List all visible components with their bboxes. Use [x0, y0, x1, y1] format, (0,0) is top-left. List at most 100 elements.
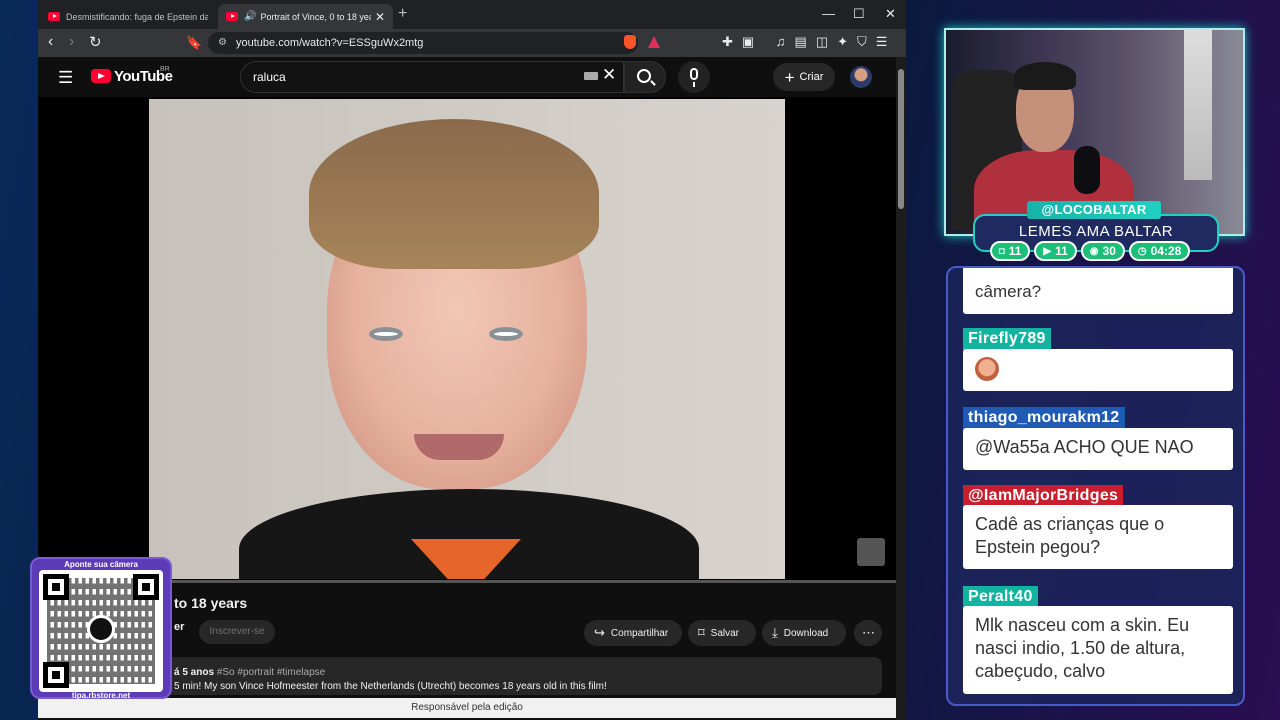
maximize-icon[interactable]: ☐ — [853, 6, 865, 22]
qr-url: tipa.rbstore.net — [71, 691, 131, 700]
stat-twitch: ◘ 11 — [989, 241, 1031, 261]
stat-value: 11 — [1008, 244, 1022, 258]
video-player[interactable] — [38, 97, 896, 581]
tab-epstein[interactable]: Desmistificando: fuga de Epstein da pris… — [40, 4, 216, 29]
emote-icon — [975, 357, 999, 381]
create-button[interactable]: + Criar — [773, 63, 835, 91]
stat-kick: ◉ 30 — [1080, 241, 1125, 261]
chat-panel: câmera? Firefly789 thiago_mourakm12 @Wa5… — [946, 266, 1245, 706]
chat-username: Firefly789 — [963, 328, 1051, 350]
clock-icon: ◷ — [1137, 245, 1147, 257]
reload-icon[interactable]: ↻ — [89, 33, 102, 51]
description-text: 5 min! My son Vince Hofmeester from the … — [174, 681, 607, 692]
new-tab-icon[interactable]: + — [398, 5, 407, 23]
voice-search-button[interactable] — [678, 61, 710, 93]
more-icon: ⋯ — [862, 625, 875, 640]
create-label: Criar — [799, 71, 824, 83]
qr-logo-icon — [87, 615, 115, 643]
plus-icon: + — [784, 67, 795, 87]
youtube-favicon-icon — [48, 12, 60, 21]
mouth — [414, 434, 504, 460]
forward-icon[interactable]: › — [69, 33, 74, 51]
hashtags[interactable]: #So #portrait #timelapse — [217, 667, 325, 678]
streamer-hair — [1014, 62, 1076, 90]
stat-youtube: ▶ 11 — [1034, 241, 1077, 261]
extensions-icons[interactable]: ✚▣ ♫▤◫✦⛉☰ — [722, 34, 896, 50]
qr-code — [39, 570, 163, 692]
bookmark-icon: ⌑ — [698, 625, 705, 640]
description-box[interactable]: á 5 anos #So #portrait #timelapse 5 min!… — [166, 657, 882, 695]
more-actions-button[interactable]: ⋯ — [854, 620, 882, 646]
minimize-icon[interactable]: — — [822, 6, 835, 21]
clear-search-icon[interactable]: ✕ — [602, 65, 616, 85]
microphone-icon — [690, 68, 698, 87]
speaker-icon[interactable]: 🔊 — [244, 11, 256, 22]
close-tab-icon[interactable]: ✕ — [375, 10, 385, 24]
tab-title: Portrait of Vince, 0 to 18 years - You — [260, 11, 370, 22]
download-icon: ⤓ — [772, 625, 778, 640]
right-eye — [489, 327, 523, 341]
site-info-icon[interactable]: ⚙ — [218, 32, 227, 54]
stat-value: 04:28 — [1150, 244, 1182, 258]
twitch-icon: ◘ — [998, 245, 1005, 257]
left-eye — [369, 327, 403, 341]
account-avatar[interactable] — [850, 66, 872, 88]
youtube-logo-icon[interactable] — [91, 69, 111, 83]
brave-shields-icon[interactable] — [624, 35, 636, 49]
hamburger-menu-icon[interactable]: ☰ — [58, 68, 73, 88]
youtube-header: ☰ YouTube BR raluca ✕ + Criar — [38, 57, 896, 97]
share-label: Compartilhar — [610, 627, 669, 639]
chat-username: Peralt40 — [963, 586, 1038, 608]
region-code: BR — [160, 66, 170, 73]
microphone — [1074, 146, 1100, 194]
close-window-icon[interactable]: ✕ — [885, 6, 896, 22]
chat-message — [963, 349, 1233, 391]
back-icon[interactable]: ‹ — [48, 33, 53, 51]
stat-value: 30 — [1102, 244, 1116, 258]
search-value: raluca — [253, 70, 286, 84]
video-title: to 18 years — [174, 595, 248, 611]
youtube-icon: ▶ — [1043, 245, 1052, 257]
chat-message: @Wa55a ACHO QUE NAO — [963, 428, 1233, 470]
streamer-handle: @LOCOBALTAR — [1027, 201, 1161, 219]
tab-title: Desmistificando: fuga de Epstein da pris… — [66, 11, 208, 22]
chat-username: @IamMajorBridges — [963, 485, 1124, 507]
save-button[interactable]: ⌑ Salvar — [688, 620, 756, 646]
youtube-favicon-icon — [226, 12, 238, 21]
search-input[interactable]: raluca — [240, 61, 624, 93]
address-bar[interactable]: ⚙ youtube.com/watch?v=ESSguWx2mtg — [208, 32, 638, 54]
chat-message: Mlk nasceu com a skin. Eu nasci indio, 1… — [963, 606, 1233, 694]
stats-bar: ◘ 11 ▶ 11 ◉ 30 ◷ 04:28 — [973, 241, 1207, 262]
qr-caption: Aponte sua câmera — [64, 560, 138, 569]
page-scrollbar[interactable] — [896, 57, 906, 720]
upload-age: á 5 anos — [174, 667, 215, 678]
keyboard-icon[interactable] — [584, 72, 598, 80]
chat-username: thiago_mourakm12 — [963, 407, 1125, 429]
description-meta: á 5 anos #So #portrait #timelapse — [174, 667, 325, 678]
subscribe-button[interactable]: Inscrever-se — [199, 620, 275, 644]
kick-icon: ◉ — [1089, 245, 1099, 257]
background-light — [1184, 30, 1212, 180]
video-frame — [149, 99, 785, 579]
channel-name[interactable]: er — [174, 621, 184, 633]
chat-message: Cadê as crianças que o Epstein pegou? — [963, 505, 1233, 569]
qr-finder — [43, 662, 69, 688]
bookmark-icon[interactable]: 🔖 — [186, 35, 202, 51]
download-label: Download — [783, 627, 829, 639]
share-icon: ↪ — [594, 625, 605, 640]
search-button[interactable] — [624, 61, 666, 93]
qr-finder — [133, 574, 159, 600]
url-text: youtube.com/watch?v=ESSguWx2mtg — [236, 37, 424, 49]
share-button[interactable]: ↪ Compartilhar — [584, 620, 682, 646]
tab-portrait-vince[interactable]: 🔊 Portrait of Vince, 0 to 18 years - You… — [218, 4, 393, 29]
scroll-thumb[interactable] — [898, 69, 904, 209]
stat-time: ◷ 04:28 — [1128, 241, 1191, 261]
chat-message: câmera? — [963, 268, 1233, 314]
browser-toolbar: ‹ › ↻ 🔖 ⚙ youtube.com/watch?v=ESSguWx2mt… — [38, 29, 906, 57]
video-overlay-icon[interactable] — [857, 538, 885, 566]
edit-responsible-bar: Responsável pela edição — [38, 698, 896, 718]
hair — [309, 119, 599, 269]
qr-widget: Aponte sua câmera tipa.rbstore.net — [30, 557, 172, 700]
download-button[interactable]: ⤓ Download — [762, 620, 846, 646]
brave-rewards-icon[interactable] — [648, 36, 660, 48]
